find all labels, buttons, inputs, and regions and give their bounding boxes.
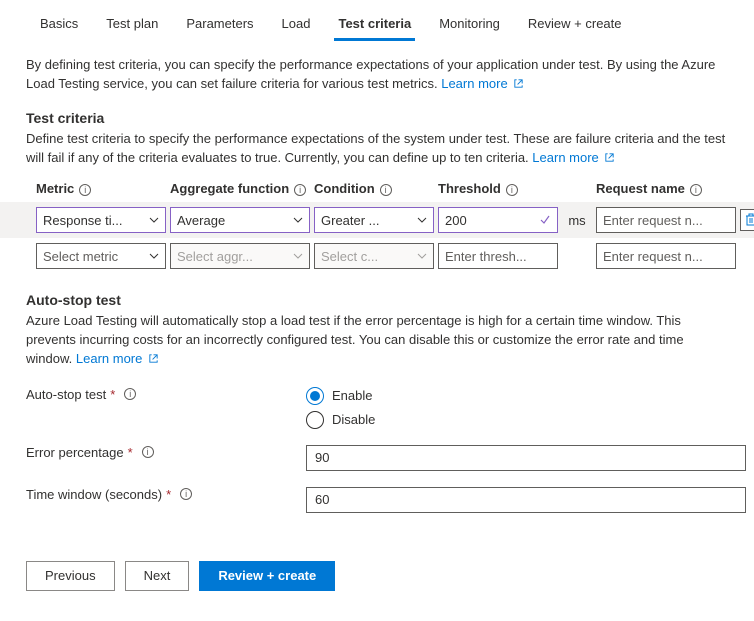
intro-text: By defining test criteria, you can speci… [0, 42, 754, 108]
time-window-label: Time window (seconds) * i [26, 487, 306, 502]
tab-test-criteria[interactable]: Test criteria [324, 10, 425, 41]
footer-buttons: Previous Next Review + create [0, 521, 754, 601]
radio-disable[interactable]: Disable [306, 411, 728, 429]
autostop-section-desc: Azure Load Testing will automatically st… [0, 312, 754, 379]
chevron-down-icon [149, 251, 159, 261]
condition-dropdown[interactable]: Greater ... [314, 207, 434, 233]
tab-test-plan[interactable]: Test plan [92, 10, 172, 41]
criteria-section-title: Test criteria [0, 108, 754, 130]
criteria-column-headers: Metrici Aggregate functioni Conditioni T… [0, 181, 754, 202]
aggregate-dropdown[interactable]: Select aggr... [170, 243, 310, 269]
aggregate-dropdown[interactable]: Average [170, 207, 310, 233]
autostop-radio-group: Enable Disable [306, 387, 728, 429]
review-create-button[interactable]: Review + create [199, 561, 335, 591]
check-icon [539, 214, 551, 226]
info-icon[interactable]: i [294, 184, 306, 196]
criteria-section-desc: Define test criteria to specify the perf… [0, 130, 754, 182]
info-icon[interactable]: i [690, 184, 702, 196]
next-button[interactable]: Next [125, 561, 190, 591]
previous-button[interactable]: Previous [26, 561, 115, 591]
info-icon[interactable]: i [142, 446, 154, 458]
info-icon[interactable]: i [506, 184, 518, 196]
chevron-down-icon [149, 215, 159, 225]
tabs-bar: Basics Test plan Parameters Load Test cr… [0, 0, 754, 42]
col-request: Request name [596, 181, 685, 196]
error-percentage-input[interactable]: 90 [306, 445, 746, 471]
metric-dropdown[interactable]: Response ti... [36, 207, 166, 233]
criteria-learn-more-link[interactable]: Learn more [532, 150, 615, 165]
radio-label: Disable [332, 412, 375, 427]
info-icon[interactable]: i [380, 184, 392, 196]
tab-basics[interactable]: Basics [26, 10, 92, 41]
external-link-icon [148, 353, 159, 364]
chevron-down-icon [293, 215, 303, 225]
chevron-down-icon [293, 251, 303, 261]
time-window-input[interactable]: 60 [306, 487, 746, 513]
unit-label: ms [562, 213, 592, 228]
error-percentage-label: Error percentage * i [26, 445, 306, 460]
col-metric: Metric [36, 181, 74, 196]
delete-row-button[interactable] [740, 209, 754, 231]
intro-copy: By defining test criteria, you can speci… [26, 57, 715, 91]
tab-parameters[interactable]: Parameters [172, 10, 267, 41]
criteria-row: Response ti... Average Greater ... 200 m… [0, 202, 754, 238]
info-icon[interactable]: i [79, 184, 91, 196]
criteria-row: Select metric Select aggr... Select c...… [0, 238, 754, 274]
metric-dropdown[interactable]: Select metric [36, 243, 166, 269]
tab-review-create[interactable]: Review + create [514, 10, 636, 41]
intro-learn-more-link[interactable]: Learn more [441, 76, 524, 91]
required-asterisk: * [166, 487, 171, 502]
autostop-section-title: Auto-stop test [0, 274, 754, 312]
request-name-input[interactable]: Enter request n... [596, 207, 736, 233]
autostop-learn-more-link[interactable]: Learn more [76, 351, 159, 366]
external-link-icon [604, 152, 615, 163]
chevron-down-icon [417, 215, 427, 225]
col-condition: Condition [314, 181, 375, 196]
required-asterisk: * [110, 387, 115, 402]
info-icon[interactable]: i [180, 488, 192, 500]
radio-icon [306, 411, 324, 429]
col-threshold: Threshold [438, 181, 501, 196]
col-aggregate: Aggregate function [170, 181, 289, 196]
autostop-field-label: Auto-stop test * i [26, 387, 306, 402]
tab-monitoring[interactable]: Monitoring [425, 10, 514, 41]
tab-load[interactable]: Load [268, 10, 325, 41]
external-link-icon [513, 78, 524, 89]
threshold-input[interactable]: Enter thresh... [438, 243, 558, 269]
radio-icon [306, 387, 324, 405]
threshold-input[interactable]: 200 [438, 207, 558, 233]
required-asterisk: * [128, 445, 133, 460]
trash-icon [745, 213, 754, 227]
request-name-input[interactable]: Enter request n... [596, 243, 736, 269]
radio-label: Enable [332, 388, 372, 403]
radio-enable[interactable]: Enable [306, 387, 728, 405]
info-icon[interactable]: i [124, 388, 136, 400]
condition-dropdown[interactable]: Select c... [314, 243, 434, 269]
chevron-down-icon [417, 251, 427, 261]
